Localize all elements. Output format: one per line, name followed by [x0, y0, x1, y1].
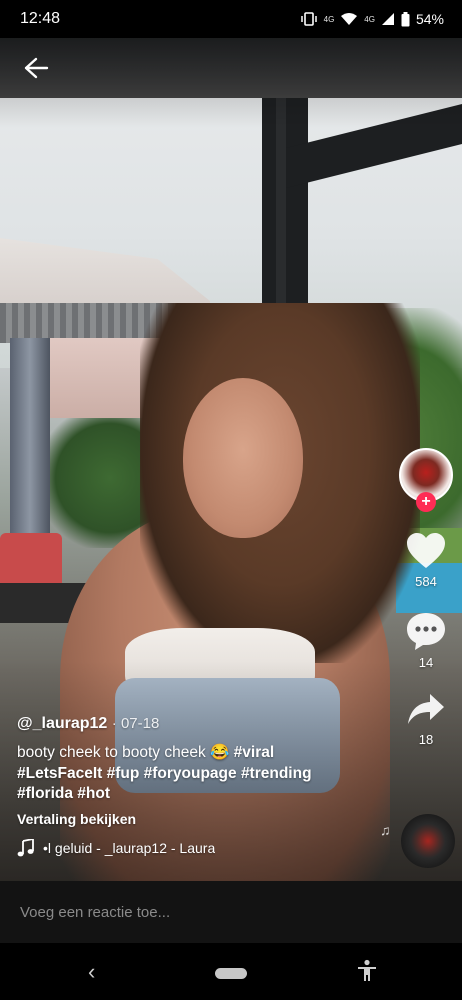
wifi-icon — [341, 13, 358, 25]
like-count: 584 — [415, 574, 437, 589]
network-small-label: 4G — [323, 14, 335, 24]
like-button[interactable]: 584 — [405, 532, 447, 589]
system-home-button[interactable] — [215, 968, 247, 979]
comment-input[interactable]: Voeg een reactie toe... — [20, 904, 170, 921]
floating-music-note-icon: ♫ — [380, 822, 391, 838]
signal-icon — [381, 13, 394, 25]
back-arrow-icon — [24, 57, 49, 79]
system-nav-bar: ‹ — [0, 943, 462, 1000]
share-count: 18 — [418, 732, 434, 747]
status-icons: 4G 4G 54% — [300, 11, 444, 27]
sound-info[interactable]: •l geluid - _laurap12 - Laura — [17, 838, 227, 857]
chevron-left-icon: ‹ — [88, 959, 96, 984]
post-date-separator: · — [111, 715, 121, 732]
author-line: @_laurap12 · 07-18 — [17, 715, 362, 733]
share-button[interactable]: 18 — [406, 692, 446, 747]
see-translation-link[interactable]: Vertaling bekijken — [17, 811, 362, 827]
battery-percent: 54% — [415, 11, 444, 27]
accessibility-button[interactable] — [356, 959, 378, 983]
comment-button[interactable]: 14 — [405, 611, 447, 670]
heart-icon — [407, 533, 445, 568]
follow-button[interactable]: + — [416, 492, 436, 512]
vibrate-icon — [300, 12, 317, 26]
caption: booty cheek to booty cheek 😂 #viral #Let… — [17, 743, 362, 805]
comment-icon — [407, 613, 445, 650]
author-avatar-button[interactable]: + — [399, 448, 453, 512]
video-scenery-cushion — [0, 533, 62, 588]
hashtags-line-2[interactable]: #LetsFaceIt #fup #foryoupage #trending — [17, 765, 312, 782]
network-label: 4G — [364, 14, 375, 24]
video-subject-face — [183, 378, 303, 538]
share-icon — [408, 694, 444, 724]
accessibility-icon — [358, 959, 376, 981]
system-back-button[interactable]: ‹ — [88, 959, 95, 985]
hashtags-line-3[interactable]: #florida #hot — [17, 785, 110, 802]
back-button[interactable] — [22, 56, 50, 80]
status-bar: 12:48 4G 4G 54% — [0, 0, 462, 38]
plus-icon: + — [421, 493, 431, 510]
status-time: 12:48 — [20, 10, 61, 27]
action-rail: + 584 14 18 — [398, 448, 454, 747]
author-name[interactable]: @_laurap12 — [17, 715, 107, 732]
caption-text: booty cheek to booty cheek 😂 — [17, 744, 230, 761]
music-note-icon — [17, 838, 34, 856]
comment-count: 14 — [418, 655, 434, 670]
video-scenery-curtain — [10, 338, 50, 548]
sound-label: •l geluid - _laurap12 - Laura — [43, 839, 216, 856]
post-date: 07-18 — [120, 715, 160, 732]
comment-bar[interactable]: Voeg een reactie toe... — [0, 881, 462, 943]
top-shade — [0, 38, 462, 128]
battery-icon — [401, 11, 410, 26]
post-info: @_laurap12 · 07-18 booty cheek to booty … — [17, 715, 362, 857]
hashtags-line-1[interactable]: #viral — [234, 744, 275, 761]
music-disc-button[interactable] — [401, 814, 455, 868]
